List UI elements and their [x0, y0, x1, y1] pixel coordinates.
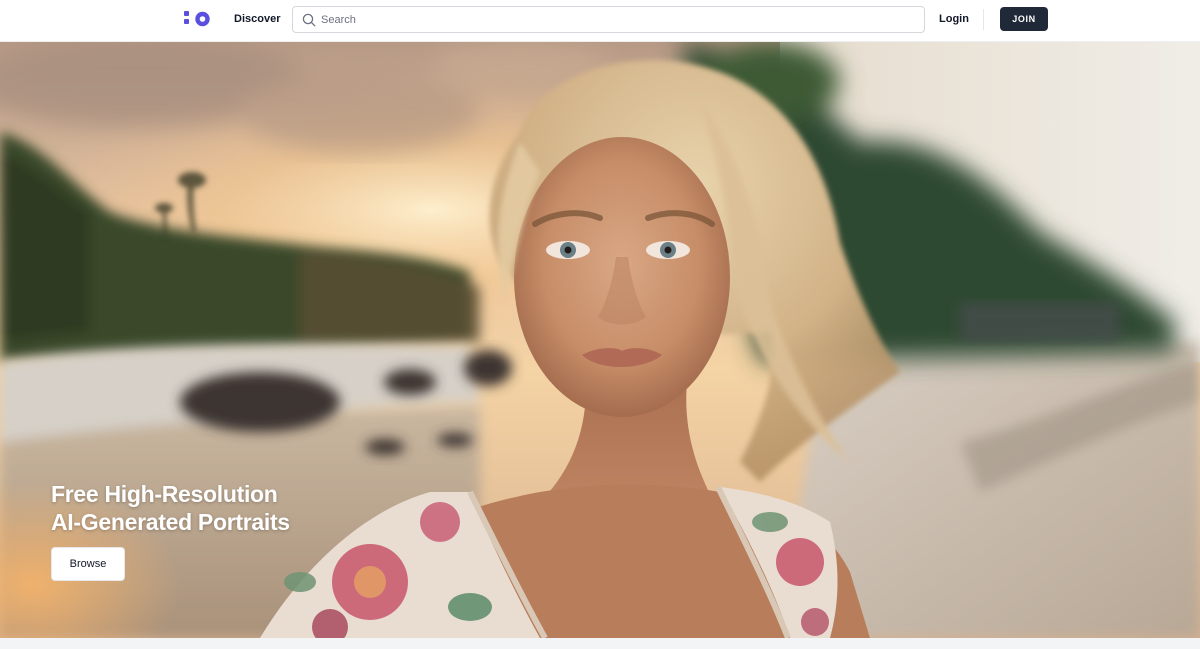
hero-title-line-1: Free High-Resolution: [51, 481, 278, 507]
hero-title-line-2: AI-Generated Portraits: [51, 509, 290, 535]
search-icon: [302, 13, 316, 27]
hero-portrait-image: [0, 42, 1200, 638]
top-navigation-bar: Discover Login JOIN: [0, 0, 1200, 42]
browse-button[interactable]: Browse: [51, 547, 125, 581]
hero-banner: Free High-Resolution AI-Generated Portra…: [0, 42, 1200, 638]
brand-logo-icon[interactable]: [184, 11, 212, 28]
page-content-strip: [0, 638, 1200, 649]
search-bar[interactable]: [292, 6, 925, 33]
nav-divider: [983, 9, 984, 30]
search-input[interactable]: [321, 7, 917, 32]
hero-title: Free High-Resolution AI-Generated Portra…: [51, 480, 391, 536]
login-link[interactable]: Login: [939, 12, 969, 27]
nav-discover-link[interactable]: Discover: [234, 12, 280, 27]
join-button[interactable]: JOIN: [1000, 7, 1048, 31]
